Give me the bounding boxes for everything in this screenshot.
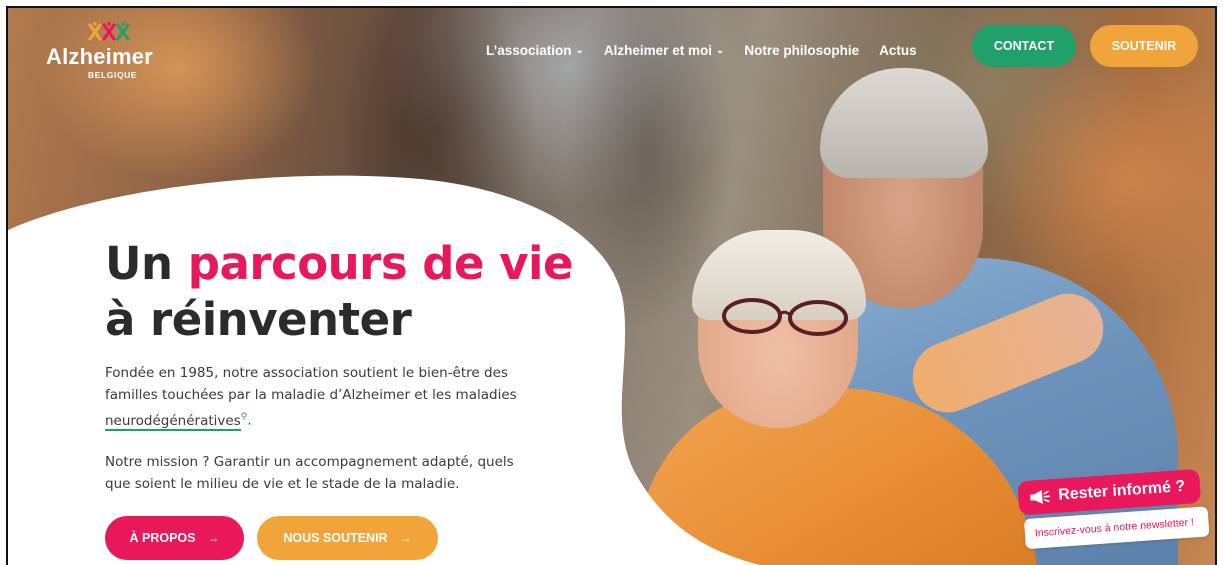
hero-title: Un parcours de vie à réinventer <box>105 236 573 348</box>
nav-label: Actus <box>879 42 917 58</box>
hero-title-accent: parcours de vie <box>187 237 574 290</box>
newsletter-widget[interactable]: Rester informé ? Inscrivez-vous à notre … <box>1017 468 1210 565</box>
nav-label: L’association <box>486 42 572 58</box>
megaphone-icon <box>1028 488 1051 505</box>
neurodegeneratives-link[interactable]: neurodégénératives <box>105 412 241 431</box>
soutenir-button[interactable]: SOUTENIR <box>1090 25 1198 67</box>
nav-item-actus[interactable]: Actus <box>879 43 917 58</box>
paragraph-text-end: . <box>247 412 252 429</box>
contact-button[interactable]: CONTACT <box>972 25 1076 67</box>
hero-paragraph-1: Fondée en 1985, notre association soutie… <box>105 362 525 432</box>
hero-title-part2: à réinventer <box>105 293 412 346</box>
people-figures-icon <box>88 22 130 41</box>
nav-label: Notre philosophie <box>744 42 860 58</box>
hero-title-part1: Un <box>105 237 188 290</box>
hero-paragraph-2: Notre mission ? Garantir un accompagneme… <box>105 454 514 492</box>
paragraph-text: Fondée en 1985, notre association soutie… <box>105 365 517 403</box>
nav-label: Alzheimer et moi <box>603 42 712 58</box>
a-propos-button[interactable]: À PROPOS → <box>105 516 244 560</box>
button-label: À PROPOS <box>129 531 196 545</box>
arrow-right-icon: → <box>207 531 220 545</box>
nav-item-philosophie[interactable]: Notre philosophie <box>744 43 859 58</box>
chevron-down-icon: ⌄ <box>575 44 584 56</box>
chevron-down-icon: ⌄ <box>715 44 725 56</box>
main-nav: L’association ⌄ Alzheimer et moi ⌄ Notre… <box>486 30 937 70</box>
newsletter-title: Rester informé ? <box>1057 477 1186 504</box>
button-label: NOUS SOUTENIR <box>283 531 388 545</box>
nav-item-association[interactable]: L’association ⌄ <box>486 43 584 58</box>
logo[interactable]: Alzheimer BELGIQUE <box>46 22 176 88</box>
nous-soutenir-button[interactable]: NOUS SOUTENIR → <box>257 516 438 560</box>
arrow-right-icon: → <box>399 531 412 545</box>
logo-subtitle: BELGIQUE <box>88 70 138 80</box>
logo-name: Alzheimer <box>46 44 153 69</box>
page-frame: Alzheimer BELGIQUE L’association ⌄ Alzhe… <box>6 6 1217 565</box>
link-label: neurodégénératives <box>105 412 241 429</box>
nav-item-alzheimer-et-moi[interactable]: Alzheimer et moi ⌄ <box>604 43 724 58</box>
